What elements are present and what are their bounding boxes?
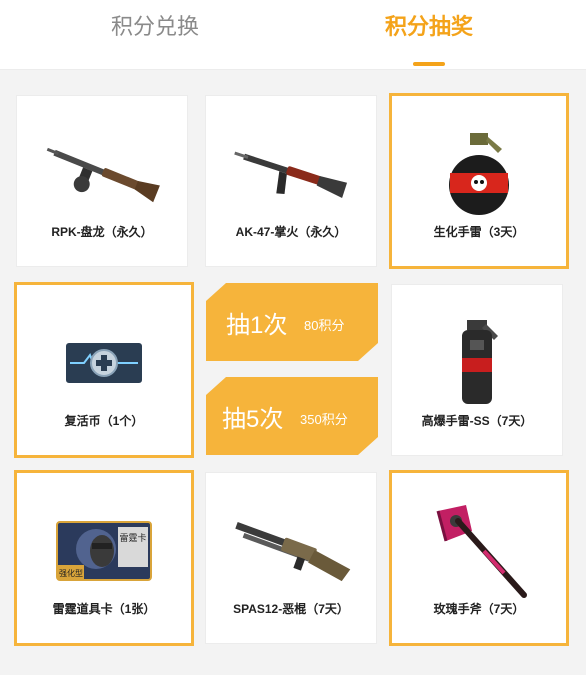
tab-bar: 积分兑换 积分抽奖 [0,0,586,70]
tab-points-exchange[interactable]: 积分兑换 [70,10,240,44]
draw-label: 抽1次 [226,312,288,339]
prize-name: 复活币（1个） [64,414,144,428]
rifle-ak47-icon [206,124,376,224]
prize-cell-revive-coin[interactable]: 复活币（1个） [14,282,194,458]
prize-name: 玫瑰手斧（7天） [433,602,525,616]
thunder-card-badge-text: 雷霆卡 [119,532,146,544]
prize-name: 生化手雷（3天） [433,225,525,239]
thunder-card-icon: 雷霆卡 强化型 [17,501,191,601]
prize-cell-spas12[interactable]: SPAS12-恶棍（7天） [205,472,377,644]
prize-name: RPK-盘龙（永久） [51,225,153,239]
tab-points-lottery[interactable]: 积分抽奖 [344,10,514,44]
prize-cell-ak47[interactable]: AK-47-掌火（永久） [205,95,377,267]
draw-once-button[interactable]: 抽1次 80积分 [206,283,378,361]
active-tab-indicator [413,62,445,66]
prize-cell-rpk[interactable]: RPK-盘龙（永久） [16,95,188,267]
revive-coin-icon [17,313,191,413]
bio-grenade-icon [392,124,566,224]
draw-cost: 80积分 [304,318,345,333]
draw-five-button[interactable]: 抽5次 350积分 [206,377,378,455]
rifle-rpk-icon [17,124,187,224]
prize-name: 雷霆道具卡（1张） [52,602,156,616]
prize-cell-rose-axe[interactable]: 玫瑰手斧（7天） [389,470,569,646]
shotgun-spas12-icon [206,501,376,601]
thunder-card-sub-text: 强化型 [59,568,83,578]
rose-axe-icon [392,501,566,601]
draw-label: 抽5次 [222,406,284,433]
draw-cost: 350积分 [300,412,348,427]
he-grenade-icon [392,313,562,413]
prize-name: SPAS12-恶棍（7天） [233,602,349,616]
prize-cell-he-grenade[interactable]: 高爆手雷-SS（7天） [391,284,563,456]
prize-cell-bio-grenade[interactable]: 生化手雷（3天） [389,93,569,269]
prize-cell-thunder-card[interactable]: 雷霆卡 强化型 雷霆道具卡（1张） [14,470,194,646]
tab-divider [0,69,586,70]
prize-name: AK-47-掌火（永久） [235,225,347,239]
prize-name: 高爆手雷-SS（7天） [421,414,533,428]
